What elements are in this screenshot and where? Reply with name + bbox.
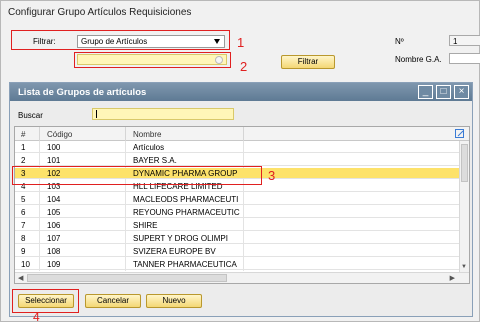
row-code: 104: [47, 195, 61, 204]
annotation-number-1: 1: [237, 35, 245, 50]
row-name: TANNER PHARMACEUTICA: [133, 260, 237, 269]
table-row[interactable]: 7 106 SHIRE: [15, 220, 460, 231]
row-code: 108: [47, 247, 61, 256]
row-number: 2: [21, 156, 26, 165]
scroll-right-icon[interactable]: ▶: [450, 274, 455, 282]
annotation-number-4: 4: [33, 310, 40, 322]
article-groups-dialog: Lista de Grupos de artículos _ □ × Busca…: [9, 82, 473, 317]
row-code: 100: [47, 143, 61, 152]
table-row[interactable]: 2 101 BAYER S.A.: [15, 155, 460, 166]
expand-icon[interactable]: [455, 129, 464, 138]
row-number: 10: [21, 260, 30, 269]
annotation-number-3: 3: [268, 168, 276, 183]
row-number: 1: [21, 143, 26, 152]
scroll-left-icon[interactable]: ◀: [18, 274, 23, 282]
new-button[interactable]: Nuevo: [146, 294, 202, 308]
annotation-box-2: [74, 52, 231, 68]
row-name: SHIRE: [133, 221, 158, 230]
row-name: Artículos: [133, 143, 165, 152]
filter-button[interactable]: Filtrar: [281, 55, 335, 69]
row-code: 106: [47, 221, 61, 230]
column-header-code[interactable]: Código: [47, 130, 72, 139]
table-row[interactable]: 9 108 SVIZERA EUROPE BV: [15, 246, 460, 257]
annotation-box-4: [12, 289, 79, 313]
horizontal-scrollbar[interactable]: ◀ ▶: [15, 272, 469, 283]
scroll-down-icon[interactable]: ▼: [461, 264, 467, 270]
number-label: Nº: [395, 37, 404, 46]
column-header-number[interactable]: #: [21, 130, 25, 139]
table-row[interactable]: 5 104 MACLEODS PHARMACEUTI: [15, 194, 460, 205]
row-code: 101: [47, 156, 61, 165]
row-name: SVIZERA EUROPE BV: [133, 247, 216, 256]
column-divider: [125, 127, 126, 141]
row-code: 109: [47, 260, 61, 269]
row-number: 6: [21, 208, 26, 217]
row-number: 9: [21, 247, 26, 256]
dialog-title-bar: Lista de Grupos de artículos _ □ ×: [10, 83, 472, 101]
row-number: 7: [21, 221, 26, 230]
column-header-name[interactable]: Nombre: [133, 130, 161, 139]
vertical-scrollbar[interactable]: ▼: [459, 141, 469, 272]
row-name: REYOUNG PHARMACEUTIC: [133, 208, 240, 217]
minimize-icon[interactable]: _: [418, 85, 433, 99]
maximize-icon[interactable]: □: [436, 85, 451, 99]
annotation-box-1: [11, 30, 230, 50]
cancel-button[interactable]: Cancelar: [85, 294, 141, 308]
table-row[interactable]: 10 109 TANNER PHARMACEUTICA: [15, 259, 460, 270]
column-divider: [39, 127, 40, 141]
row-number: 5: [21, 195, 26, 204]
scroll-thumb[interactable]: [461, 144, 468, 182]
row-code: 107: [47, 234, 61, 243]
group-name-label: Nombre G.A.: [395, 55, 442, 64]
search-label: Buscar: [18, 111, 43, 120]
configure-window: Configurar Grupo Artículos Requisiciones…: [0, 0, 480, 322]
groups-table: # Código Nombre 1 100 Artículos 2 101 BAYER …: [14, 126, 470, 284]
table-row[interactable]: 6 105 REYOUNG PHARMACEUTIC: [15, 207, 460, 218]
row-name: MACLEODS PHARMACEUTI: [133, 195, 239, 204]
scroll-thumb[interactable]: [27, 274, 227, 282]
close-icon[interactable]: ×: [454, 85, 469, 99]
row-name: SUPERT Y DROG OLIMPI: [133, 234, 228, 243]
search-input[interactable]: [92, 108, 234, 120]
group-name-field[interactable]: [449, 53, 480, 64]
table-header: # Código Nombre: [15, 127, 469, 141]
annotation-number-2: 2: [240, 59, 248, 74]
row-name: BAYER S.A.: [133, 156, 177, 165]
window-title: Configurar Grupo Artículos Requisiciones: [8, 7, 192, 18]
row-code: 105: [47, 208, 61, 217]
text-caret: [96, 110, 97, 118]
column-divider: [243, 127, 244, 141]
number-field[interactable]: 1: [449, 35, 480, 46]
row-number: 8: [21, 234, 26, 243]
annotation-box-3: [12, 166, 262, 185]
table-row[interactable]: 1 100 Artículos: [15, 142, 460, 153]
dialog-title: Lista de Grupos de artículos: [18, 87, 147, 98]
table-row[interactable]: 8 107 SUPERT Y DROG OLIMPI: [15, 233, 460, 244]
